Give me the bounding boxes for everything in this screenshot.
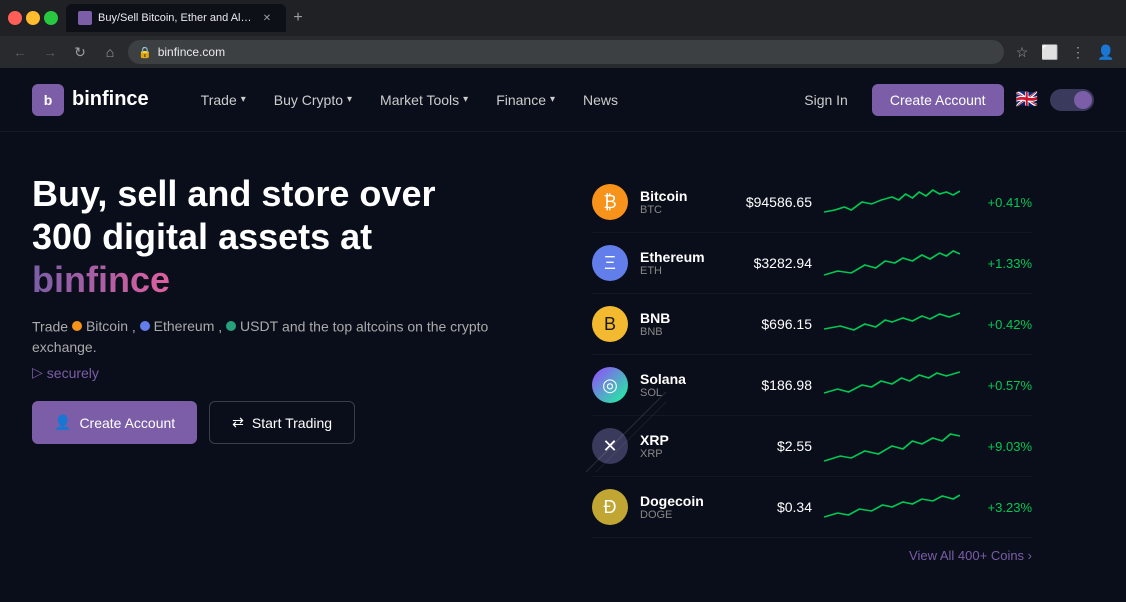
extensions-button[interactable]: ⬜ [1038,40,1062,64]
back-button[interactable]: ← [8,40,32,64]
ethereum-price: $3282.94 [722,255,812,271]
url-text: binfince.com [158,45,225,59]
create-account-hero-button[interactable]: 👤 Create Account [32,401,197,444]
coin-row-eth[interactable]: Ξ Ethereum ETH $3282.94 +1.33% [592,233,1032,294]
xrp-change: +9.03% [972,439,1032,454]
nav-news[interactable]: News [571,86,630,114]
forward-button[interactable]: → [38,40,62,64]
browser-nav-actions: ☆ ⬜ ⋮ 👤 [1010,40,1118,64]
nav-actions-right: Sign In Create Account 🇬🇧 [792,84,1094,116]
bnb-chart [824,304,960,344]
ssl-icon: 🔒 [138,46,152,59]
menu-button[interactable]: ⋮ [1066,40,1090,64]
play-icon: ▷ [32,364,43,381]
coin-row-btc[interactable]: ₿ Bitcoin BTC $94586.65 +0.41% [592,172,1032,233]
bnb-price: $696.15 [722,316,812,332]
dogecoin-chart [824,487,960,527]
trade-icon: ⇄ [232,414,244,431]
hero-title: Buy, sell and store over 300 digital ass… [32,172,552,302]
bitcoin-chart [824,182,960,222]
dogecoin-info: Dogecoin DOGE [640,493,710,521]
hero-left: Buy, sell and store over 300 digital ass… [32,172,552,563]
solana-change: +0.57% [972,378,1032,393]
xrp-price: $2.55 [722,438,812,454]
chevron-down-icon: ▾ [463,94,468,105]
dogecoin-change: +3.23% [972,500,1032,515]
browser-nav-bar: ← → ↻ ⌂ 🔒 binfince.com ☆ ⬜ ⋮ 👤 [0,36,1126,68]
solana-price: $186.98 [722,377,812,393]
site-nav: b binfince Trade ▾ Buy Crypto ▾ Market T… [0,68,1126,132]
bitcoin-info: Bitcoin BTC [640,188,710,216]
tab-bar: Buy/Sell Bitcoin, Ether and Altc... ✕ + [66,4,1118,32]
toggle-knob [1074,91,1092,109]
xrp-chart [824,426,960,466]
tab-close-button[interactable]: ✕ [260,11,274,25]
ethereum-chart [824,243,960,283]
ethereum-change: +1.33% [972,256,1032,271]
bnb-icon: B [592,306,628,342]
nav-buy-crypto[interactable]: Buy Crypto ▾ [262,86,364,114]
nav-market-tools[interactable]: Market Tools ▾ [368,86,480,114]
browser-top-bar: Buy/Sell Bitcoin, Ether and Altc... ✕ + [0,0,1126,36]
hero-buttons: 👤 Create Account ⇄ Start Trading [32,401,552,444]
chevron-down-icon: ▾ [347,94,352,105]
bnb-info: BNB BNB [640,310,710,338]
start-trading-button[interactable]: ⇄ Start Trading [209,401,355,444]
refresh-button[interactable]: ↻ [68,40,92,64]
nav-links: Trade ▾ Buy Crypto ▾ Market Tools ▾ Fina… [189,86,793,114]
tab-favicon [78,11,92,25]
browser-chrome: Buy/Sell Bitcoin, Ether and Altc... ✕ + … [0,0,1126,68]
site-content: b binfince Trade ▾ Buy Crypto ▾ Market T… [0,68,1126,602]
profile-button[interactable]: 👤 [1094,40,1118,64]
solana-chart [824,365,960,405]
bookmark-button[interactable]: ☆ [1010,40,1034,64]
dogecoin-price: $0.34 [722,499,812,515]
nav-trade[interactable]: Trade ▾ [189,86,258,114]
sign-in-button[interactable]: Sign In [792,86,860,114]
nav-finance[interactable]: Finance ▾ [484,86,567,114]
bnb-change: +0.42% [972,317,1032,332]
browser-controls [8,11,58,25]
ethereum-dot [140,321,150,331]
dogecoin-icon: Ð [592,489,628,525]
chevron-down-icon: ▾ [241,94,246,105]
hero-section: Buy, sell and store over 300 digital ass… [0,132,1126,583]
bitcoin-icon: ₿ [592,184,628,220]
view-all-coins-link[interactable]: View All 400+ Coins › [592,538,1032,563]
home-button[interactable]: ⌂ [98,40,122,64]
logo[interactable]: b binfince [32,84,149,116]
ethereum-icon: Ξ [592,245,628,281]
browser-minimize-button[interactable] [26,11,40,25]
bitcoin-change: +0.41% [972,195,1032,210]
securely-link[interactable]: ▷ securely [32,364,552,381]
logo-icon: b [32,84,64,116]
new-tab-button[interactable]: + [286,6,310,30]
securely-text: securely [47,365,99,381]
theme-toggle[interactable] [1050,89,1094,111]
user-icon: 👤 [54,414,71,431]
coins-panel: ₿ Bitcoin BTC $94586.65 +0.41% Ξ Ethereu… [592,172,1032,563]
active-tab[interactable]: Buy/Sell Bitcoin, Ether and Altc... ✕ [66,4,286,32]
browser-close-button[interactable] [8,11,22,25]
coin-row-bnb[interactable]: B BNB BNB $696.15 +0.42% [592,294,1032,355]
usdt-dot [226,321,236,331]
bitcoin-dot [72,321,82,331]
hero-brand-name: binfince [32,258,170,301]
tab-label: Buy/Sell Bitcoin, Ether and Altc... [98,12,254,24]
decorative-lines [586,392,666,472]
create-account-nav-button[interactable]: Create Account [872,84,1004,116]
bitcoin-price: $94586.65 [722,194,812,210]
address-bar[interactable]: 🔒 binfince.com [128,40,1004,64]
chevron-down-icon: ▾ [550,94,555,105]
coin-row-doge[interactable]: Ð Dogecoin DOGE $0.34 +3.23% [592,477,1032,538]
ethereum-info: Ethereum ETH [640,249,710,277]
logo-text: binfince [72,88,149,111]
hero-subtitle: Trade Bitcoin , Ethereum , USDT and the … [32,316,552,359]
language-flag[interactable]: 🇬🇧 [1016,89,1038,110]
browser-maximize-button[interactable] [44,11,58,25]
